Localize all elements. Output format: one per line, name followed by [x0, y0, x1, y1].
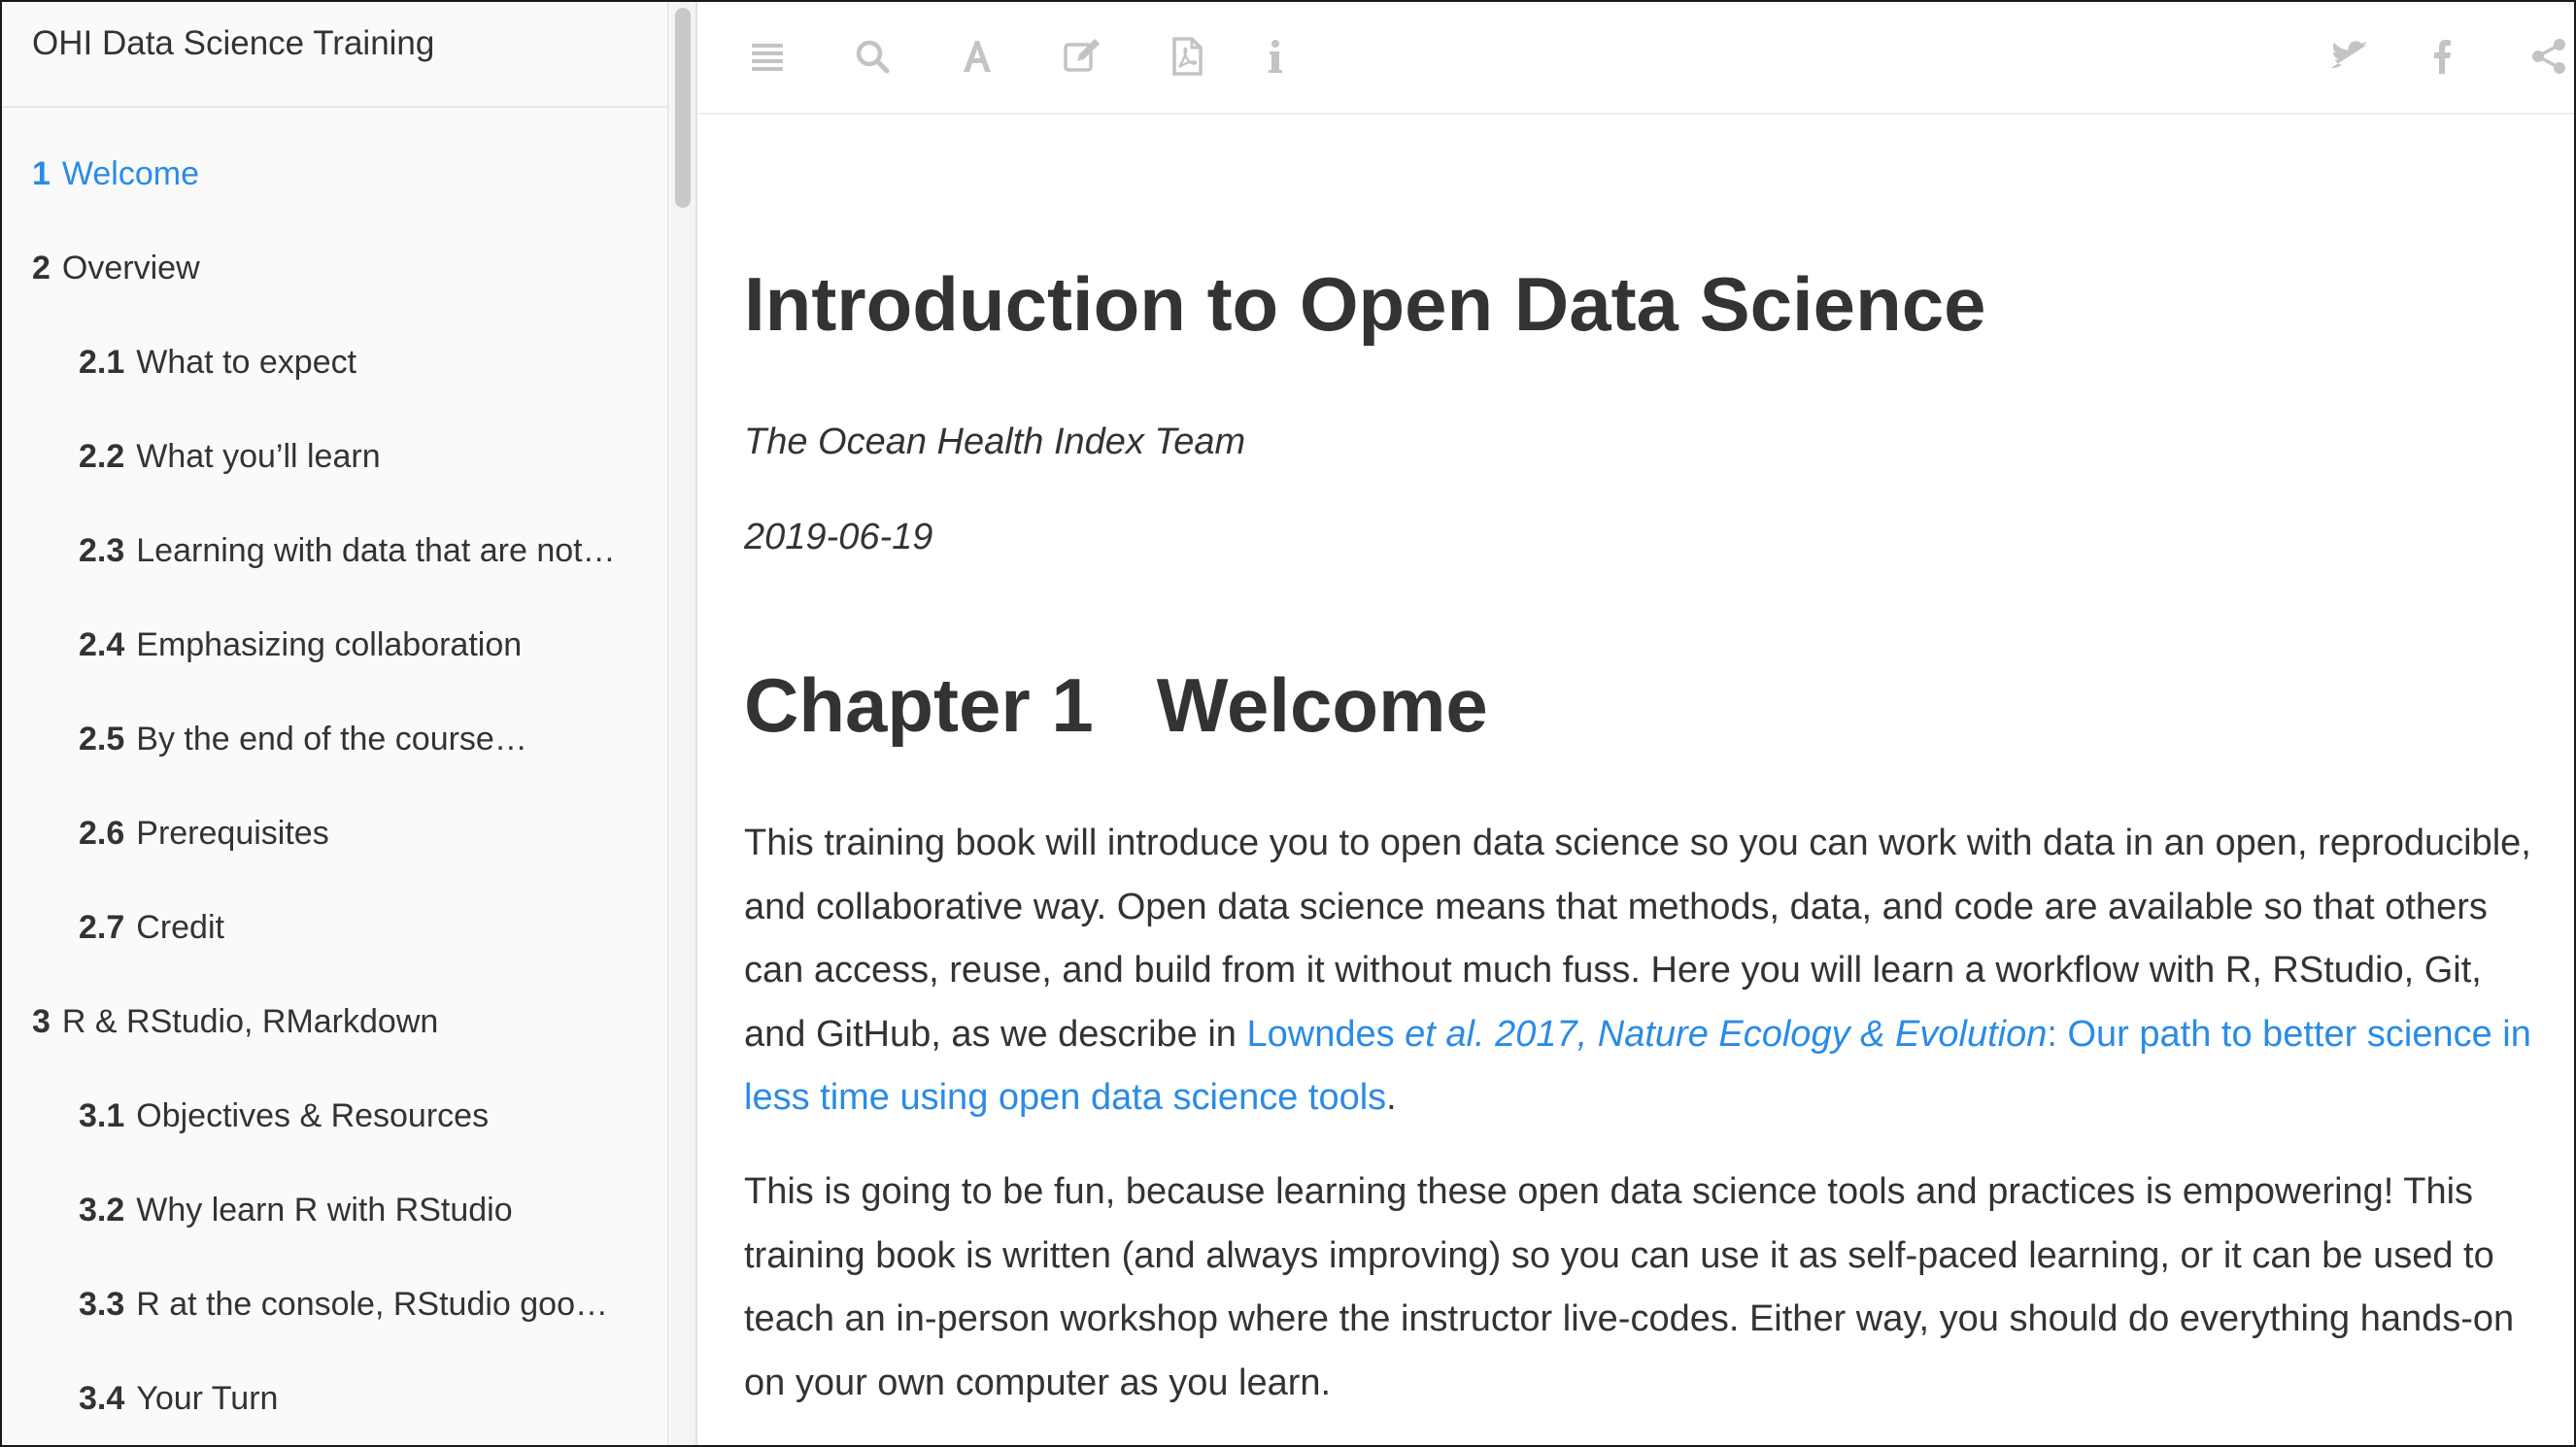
- toc-item-number: 2.4: [79, 626, 125, 663]
- toc-item-label: R & RStudio, RMarkdown: [61, 1003, 439, 1040]
- toc-item-what-to-expect[interactable]: 2.1 What to expect: [79, 341, 356, 384]
- toc-item-credit[interactable]: 2.7 Credit: [79, 906, 224, 949]
- toc-item-number: 3.1: [79, 1097, 125, 1134]
- toc-item-label: Welcome: [61, 155, 200, 192]
- edit-icon[interactable]: [1061, 35, 1103, 78]
- facebook-icon[interactable]: [2428, 35, 2457, 78]
- toc-item-your-turn[interactable]: 3.4 Your Turn: [79, 1377, 278, 1420]
- toc-item-welcome[interactable]: 1 Welcome: [32, 152, 199, 195]
- info-icon[interactable]: [1261, 35, 1290, 78]
- toc-item-end-of-course[interactable]: 2.5 By the end of the course…: [79, 718, 527, 760]
- toc-item-objectives-resources[interactable]: 3.1 Objectives & Resources: [79, 1094, 489, 1137]
- sidebar-scroll-track[interactable]: [670, 2, 697, 1445]
- toc-item-learning-with-data[interactable]: 2.3 Learning with data that are not…: [79, 529, 616, 572]
- share-icon[interactable]: [2527, 35, 2570, 78]
- toc-item-r-rstudio[interactable]: 3 R & RStudio, RMarkdown: [32, 1000, 438, 1043]
- search-icon[interactable]: [851, 35, 894, 78]
- toc-item-number: 3.4: [79, 1380, 125, 1417]
- toc-item-label: Emphasizing collaboration: [136, 626, 523, 663]
- sidebar-scrollbar-thumb[interactable]: [675, 8, 691, 208]
- toc-item-label: Why learn R with RStudio: [136, 1192, 513, 1228]
- intro-paragraph: This training book will introduce you to…: [744, 812, 2551, 1130]
- link-text-italic: 2017, Nature Ecology & Evolution: [1484, 1013, 2048, 1055]
- toc-item-number: 2: [32, 250, 51, 286]
- app-window: OHI Data Science Training 1 Welcome 2 Over…: [0, 0, 2576, 1447]
- toc-item-number: 2.7: [79, 909, 125, 946]
- toc-item-label: Overview: [61, 250, 200, 286]
- publish-date: 2019-06-19: [744, 517, 933, 557]
- pdf-icon[interactable]: [1166, 35, 1208, 78]
- fun-paragraph: This is going to be fun, because learnin…: [744, 1171, 2515, 1403]
- toc-item-why-learn-r[interactable]: 3.2 Why learn R with RStudio: [79, 1189, 513, 1231]
- toc-item-label: Objectives & Resources: [136, 1097, 490, 1134]
- link-text: Lowndes: [1246, 1013, 1406, 1055]
- toc-item-number: 2.3: [79, 532, 125, 569]
- toc-item-number: 3: [32, 1003, 51, 1040]
- book-content: Introduction to Open Data Science The Oc…: [697, 115, 2574, 1445]
- page-title: Introduction to Open Data Science: [744, 261, 1986, 347]
- intro-end: .: [1386, 1077, 1397, 1118]
- sidebar-divider: [2, 106, 667, 108]
- menu-icon[interactable]: [746, 35, 789, 78]
- toc-item-prerequisites[interactable]: 2.6 Prerequisites: [79, 812, 329, 855]
- chapter-heading: Chapter 1 Welcome: [744, 661, 1488, 749]
- twitter-icon[interactable]: [2329, 35, 2372, 78]
- toc-item-label: Learning with data that are not…: [136, 532, 616, 569]
- toc-item-label: What you’ll learn: [136, 438, 381, 475]
- toc-item-number: 2.5: [79, 721, 125, 757]
- toc-item-r-at-console[interactable]: 3.3 R at the console, RStudio goo…: [79, 1283, 608, 1326]
- chapter-number: Chapter 1: [744, 662, 1094, 748]
- chapter-title: Welcome: [1156, 662, 1488, 748]
- toc-item-label: What to expect: [136, 344, 357, 381]
- author: The Ocean Health Index Team: [744, 421, 1246, 462]
- toc-item-number: 3.2: [79, 1192, 125, 1228]
- toc-item-number: 3.3: [79, 1286, 125, 1323]
- toc-item-number: 2.6: [79, 815, 125, 852]
- toc-item-label: Your Turn: [136, 1380, 279, 1417]
- book-title[interactable]: OHI Data Science Training: [32, 21, 434, 66]
- toc-item-label: Prerequisites: [136, 815, 329, 852]
- toc-item-overview[interactable]: 2 Overview: [32, 247, 200, 289]
- sidebar-toc: OHI Data Science Training 1 Welcome 2 Over…: [2, 2, 669, 1445]
- font-settings-icon[interactable]: [956, 35, 999, 78]
- toc-item-emphasizing-collaboration[interactable]: 2.4 Emphasizing collaboration: [79, 623, 522, 666]
- toc-item-label: By the end of the course…: [136, 721, 527, 757]
- toc-item-label: R at the console, RStudio goo…: [136, 1286, 608, 1323]
- toc-item-number: 1: [32, 155, 51, 192]
- toc-item-number: 2.1: [79, 344, 125, 381]
- book-toolbar: [697, 2, 2574, 115]
- link-text-italic: et al.: [1405, 1013, 1485, 1055]
- toc-item-label: Credit: [136, 909, 224, 946]
- toc-item-number: 2.2: [79, 438, 125, 475]
- toc-item-what-youll-learn[interactable]: 2.2 What you’ll learn: [79, 435, 381, 478]
